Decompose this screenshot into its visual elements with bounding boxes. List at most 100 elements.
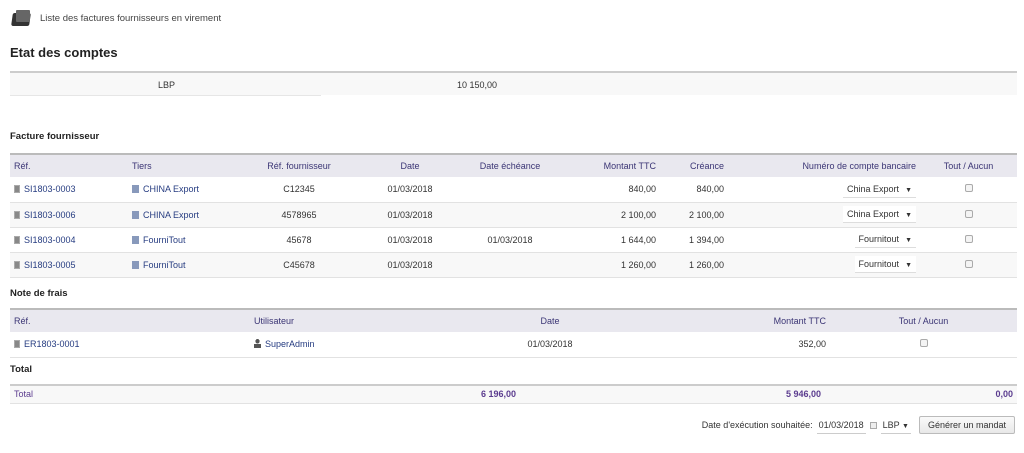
- row-checkbox[interactable]: [964, 259, 973, 268]
- col-ref-fournisseur[interactable]: Réf. fournisseur: [248, 153, 350, 177]
- invoice-icon: [14, 210, 20, 219]
- receivable: 840,00: [660, 177, 728, 203]
- user-icon: [254, 339, 261, 349]
- total-row: Total 6 196,00 5 946,00 0,00: [10, 384, 1017, 404]
- invoice-ref-link[interactable]: SI1803-0003: [24, 184, 76, 194]
- date: 01/03/2018: [350, 252, 470, 278]
- chevron-down-icon: ▼: [905, 237, 912, 244]
- supplier-link[interactable]: FourniTout: [143, 235, 186, 245]
- bank-account-value: Fournitout: [858, 259, 900, 269]
- col-creance[interactable]: Créance: [660, 153, 728, 177]
- supplier-ref: 45678: [248, 227, 350, 253]
- invoices-title: Facture fournisseur: [10, 131, 100, 142]
- receivable: 2 100,00: [660, 202, 728, 228]
- due-date: [470, 177, 550, 203]
- bank-account-select[interactable]: China Export ▼: [843, 180, 916, 198]
- page-header: Liste des factures fournisseurs en virem…: [10, 8, 221, 28]
- company-icon: [132, 235, 139, 244]
- col-date[interactable]: Date: [470, 308, 630, 332]
- invoice-ref-link[interactable]: SI1803-0005: [24, 260, 76, 270]
- supplier-link[interactable]: FourniTout: [143, 260, 186, 270]
- invoice-icon: [14, 260, 20, 269]
- invoice-icon: [14, 185, 20, 194]
- col-tiers[interactable]: Tiers: [128, 153, 248, 177]
- supplier-ref: 4578965: [248, 202, 350, 228]
- row-checkbox[interactable]: [919, 339, 928, 348]
- bank-account-value: China Export: [847, 209, 900, 219]
- total-label: Total: [10, 384, 310, 404]
- table-row: SI1803-0003 CHINA Export C12345 01/03/20…: [10, 177, 1017, 203]
- date: 01/03/2018: [470, 332, 630, 358]
- generate-mandate-button[interactable]: Générer un mandat: [918, 416, 1015, 434]
- table-row: ER1803-0001 SuperAdmin 01/03/2018 352,00: [10, 332, 1017, 358]
- calendar-icon[interactable]: [869, 421, 877, 429]
- date: 01/03/2018: [350, 202, 470, 228]
- table-row: SI1803-0006 CHINA Export 4578965 01/03/2…: [10, 202, 1017, 228]
- execution-date-input[interactable]: 01/03/2018: [816, 417, 866, 434]
- bank-account-value: China Export: [847, 183, 900, 194]
- due-date: [470, 252, 550, 278]
- due-date: 01/03/2018: [470, 227, 550, 253]
- col-montant[interactable]: Montant TTC: [550, 153, 660, 177]
- col-compte: Numéro de compte bancaire: [728, 153, 920, 177]
- user-link[interactable]: SuperAdmin: [265, 339, 315, 349]
- accounts-title: Etat des comptes: [10, 45, 118, 60]
- total-table: Total 6 196,00 5 946,00 0,00: [10, 384, 1017, 404]
- divider: [10, 95, 321, 96]
- chevron-down-icon: ▼: [905, 262, 912, 269]
- supplier-ref: C45678: [248, 252, 350, 278]
- currency-value: LBP: [882, 419, 900, 430]
- row-checkbox[interactable]: [964, 184, 973, 193]
- account-currency: LBP: [158, 80, 176, 90]
- bank-account-select[interactable]: China Export ▼: [843, 206, 916, 223]
- receivable: 1 260,00: [660, 252, 728, 278]
- amount: 352,00: [630, 332, 830, 358]
- company-icon: [132, 210, 139, 219]
- total-creance: 5 946,00: [520, 384, 825, 404]
- supplier-ref: C12345: [248, 177, 350, 203]
- total-title: Total: [10, 364, 32, 375]
- execution-date-label: Date d'exécution souhaitée:: [701, 420, 813, 430]
- col-user[interactable]: Utilisateur: [250, 308, 470, 332]
- date: 01/03/2018: [350, 177, 470, 203]
- accounts-row: LBP 10 150,00: [10, 71, 1017, 96]
- supplier-link[interactable]: CHINA Export: [143, 184, 199, 194]
- receivable: 1 394,00: [660, 227, 728, 253]
- currency-select[interactable]: LBP ▼: [880, 417, 911, 434]
- select-all-none[interactable]: Tout / Aucun: [830, 308, 1017, 332]
- col-ref[interactable]: Réf.: [10, 153, 128, 177]
- company-icon: [132, 260, 139, 269]
- expense-report-icon: [14, 340, 20, 349]
- expenses-table: Réf. Utilisateur Date Montant TTC Tout /…: [10, 308, 1017, 358]
- page-title: Liste des factures fournisseurs en virem…: [40, 12, 222, 24]
- bank-account-select[interactable]: Fournitout ▼: [854, 231, 916, 248]
- due-date: [470, 202, 550, 228]
- mandate-form: Date d'exécution souhaitée: 01/03/2018 L…: [702, 416, 1015, 434]
- chevron-down-icon: ▼: [905, 186, 912, 194]
- row-checkbox[interactable]: [964, 209, 973, 218]
- amount: 2 100,00: [550, 202, 660, 228]
- bank-account-select[interactable]: Fournitout ▼: [854, 256, 916, 273]
- col-montant[interactable]: Montant TTC: [630, 308, 830, 332]
- company-icon: [132, 185, 139, 194]
- invoice-ref-link[interactable]: SI1803-0006: [24, 210, 76, 220]
- invoice-ref-link[interactable]: SI1803-0004: [24, 235, 76, 245]
- col-date[interactable]: Date: [350, 153, 470, 177]
- supplier-link[interactable]: CHINA Export: [143, 210, 199, 220]
- amount: 1 644,00: [550, 227, 660, 253]
- col-ref[interactable]: Réf.: [10, 308, 250, 332]
- expense-ref-link[interactable]: ER1803-0001: [24, 339, 80, 349]
- amount: 1 260,00: [550, 252, 660, 278]
- amount: 840,00: [550, 177, 660, 203]
- bank-account-value: Fournitout: [858, 234, 900, 244]
- row-checkbox[interactable]: [964, 234, 973, 243]
- account-balance: 10 150,00: [457, 80, 498, 90]
- total-selected: 0,00: [825, 384, 1017, 404]
- invoices-table: Réf. Tiers Réf. fournisseur Date Date éc…: [10, 153, 1017, 278]
- chevron-down-icon: ▼: [905, 212, 912, 219]
- invoice-icon: [14, 235, 20, 244]
- table-row: SI1803-0005 FourniTout C45678 01/03/2018…: [10, 252, 1017, 278]
- total-amount: 6 196,00: [310, 384, 520, 404]
- col-date-echeance[interactable]: Date échéance: [470, 153, 550, 177]
- select-all-none[interactable]: Tout / Aucun: [920, 153, 1017, 177]
